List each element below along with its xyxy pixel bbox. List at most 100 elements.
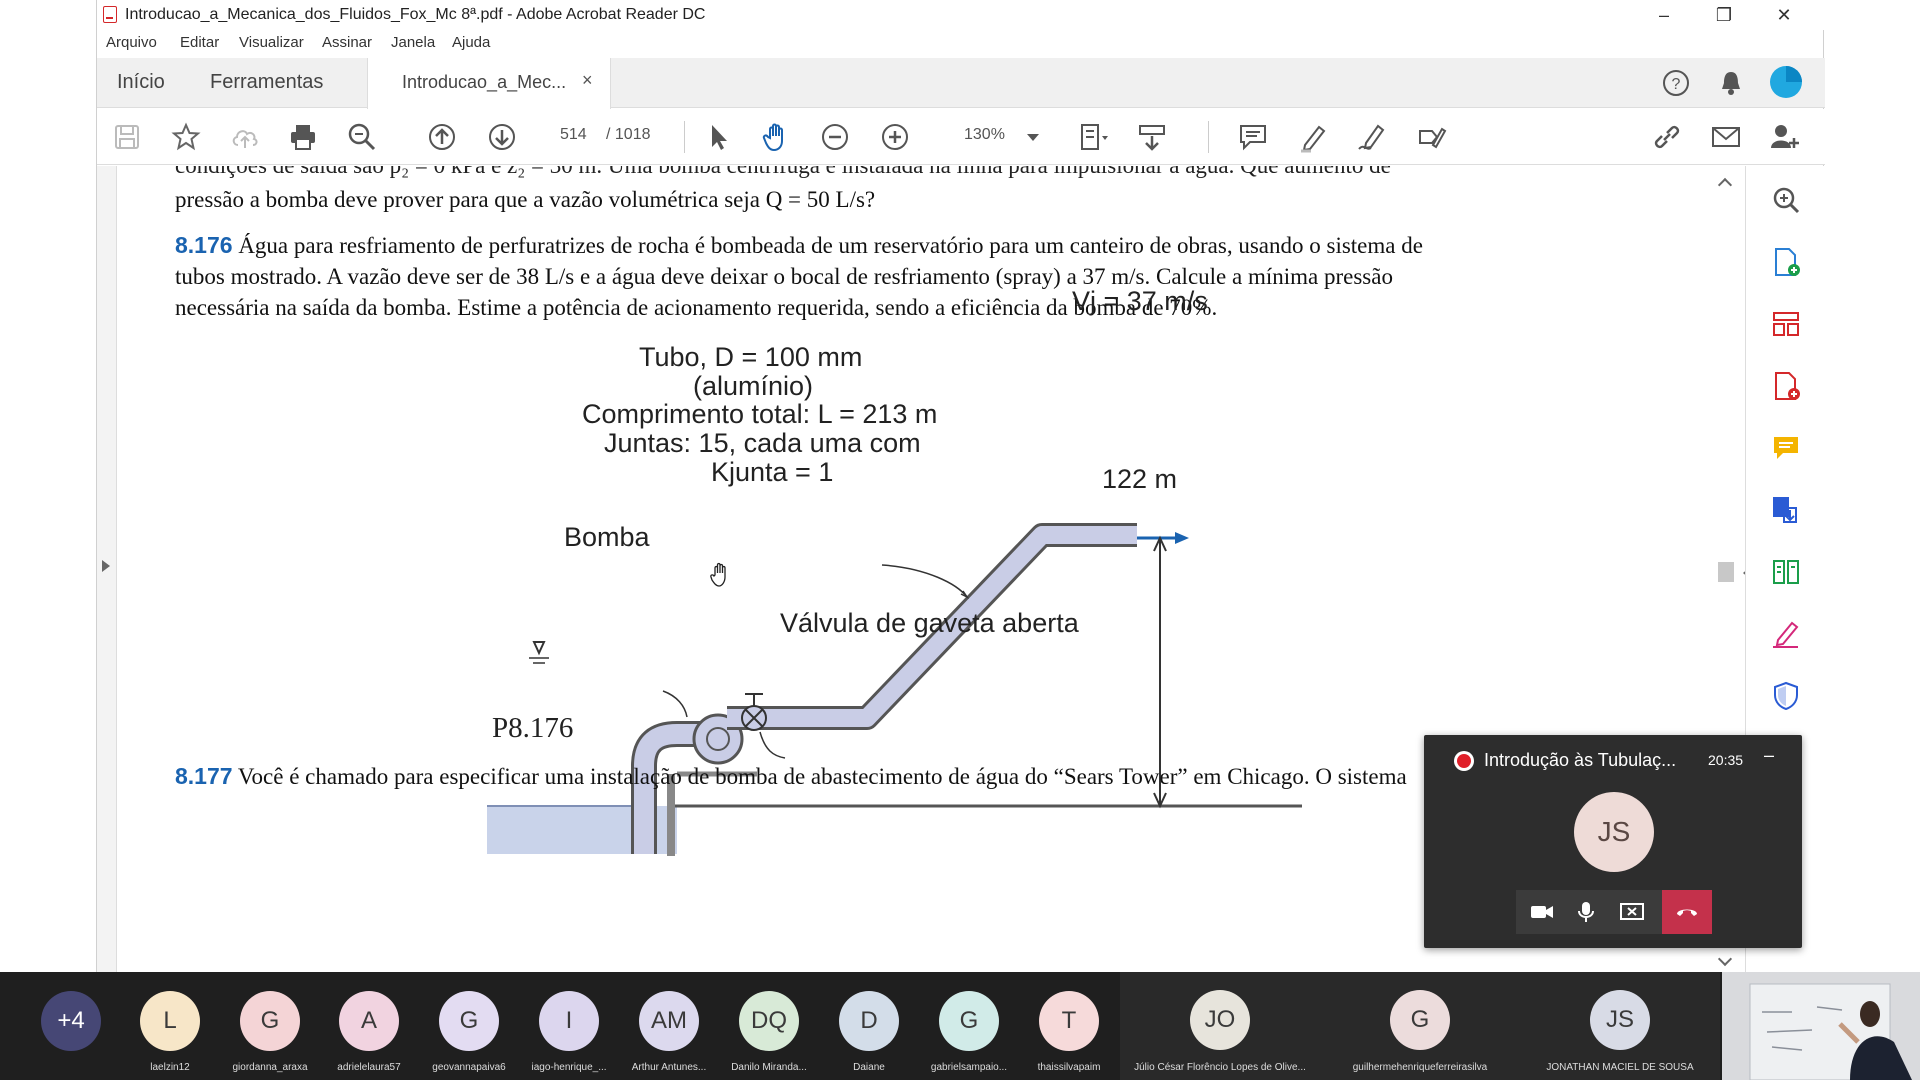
participant-tile[interactable]: D Daiane [819, 972, 919, 1080]
participant-name: thaissilvapaim [1037, 1062, 1101, 1073]
participant-avatar: DQ [739, 991, 799, 1051]
featured-participant-tile[interactable]: JO Júlio César Florêncio Lopes de Olive.… [1120, 972, 1320, 1080]
menu-editar[interactable]: Editar [180, 34, 219, 51]
highlight-pen-icon[interactable] [1297, 121, 1329, 153]
main-toolbar: 514 / 1018 130% [97, 109, 1825, 165]
menu-bar: Arquivo Editar Visualizar Assinar Janela… [97, 31, 1825, 57]
participant-overflow-count[interactable]: +4 [41, 991, 101, 1051]
close-tab-icon[interactable]: × [582, 70, 593, 91]
share-link-icon[interactable] [1651, 121, 1683, 153]
presenter-avatar: JS [1574, 792, 1654, 872]
menu-ajuda[interactable]: Ajuda [452, 34, 490, 51]
toolbar-separator [684, 121, 685, 153]
zoom-out-icon[interactable] [819, 121, 851, 153]
participant-overflow-tile[interactable]: +4 [21, 972, 121, 1080]
water-level-symbol [532, 641, 546, 656]
zoom-search-icon[interactable] [346, 121, 378, 153]
previous-page-icon[interactable] [426, 121, 458, 153]
tab-tools[interactable]: Ferramentas [210, 71, 323, 94]
toolbar-separator [1208, 121, 1209, 153]
featured-participant-tile[interactable]: G guilhermehenriqueferreirasilva [1320, 972, 1520, 1080]
participant-tile[interactable]: G gabrielsampaio... [919, 972, 1019, 1080]
participant-tile[interactable]: G geovannapaiva6 [419, 972, 519, 1080]
add-user-icon[interactable] [1769, 121, 1801, 153]
window-title: Introducao_a_Mecanica_dos_Fluidos_Fox_Mc… [125, 6, 706, 23]
hand-tool-icon[interactable] [760, 121, 792, 153]
pdf-file-icon [103, 6, 117, 23]
participant-avatar: T [1039, 991, 1099, 1051]
participant-name: iago-henrique_... [531, 1062, 607, 1073]
fit-page-icon[interactable] [1077, 121, 1109, 153]
zoom-in-icon[interactable] [879, 121, 911, 153]
protect-shield-icon[interactable] [1770, 680, 1802, 712]
export-pdf-icon[interactable] [1770, 246, 1802, 278]
email-icon[interactable] [1710, 121, 1742, 153]
tab-document[interactable]: Introducao_a_Mec... × [367, 58, 611, 109]
participant-tile[interactable]: AM Arthur Antunes... [619, 972, 719, 1080]
participant-tile[interactable]: T thaissilvapaim [1019, 972, 1119, 1080]
cloud-upload-icon[interactable] [229, 121, 261, 153]
camera-icon[interactable] [1530, 902, 1554, 922]
menu-assinar[interactable]: Assinar [322, 34, 372, 51]
svg-text:?: ? [1672, 76, 1681, 93]
tab-home[interactable]: Início [117, 71, 165, 94]
participant-name: Daiane [853, 1062, 885, 1073]
participant-tile[interactable]: A adrielelaura57 [319, 972, 419, 1080]
participant-tile[interactable]: DQ Danilo Miranda... [719, 972, 819, 1080]
zoom-level-select[interactable]: 130% [964, 126, 1005, 144]
chevron-down-icon[interactable] [1027, 134, 1039, 142]
problem-177-text: Você é chamado para especificar uma inst… [237, 764, 1407, 789]
bell-icon[interactable] [1717, 68, 1745, 98]
save-icon[interactable] [111, 121, 143, 153]
right-margin [1824, 0, 1920, 972]
comment-tool-icon[interactable] [1770, 432, 1802, 464]
menu-janela[interactable]: Janela [391, 34, 435, 51]
valvula-leader-line [759, 731, 786, 759]
joints-label: Juntas: 15, cada uma com [604, 428, 921, 458]
zoom-page-icon[interactable] [1770, 184, 1802, 216]
stop-sharing-icon[interactable] [1620, 902, 1644, 922]
create-pdf-icon[interactable] [1770, 370, 1802, 402]
hang-up-button[interactable] [1662, 890, 1712, 934]
participants-bar: +4 L laelzin12 G giordanna_araxa A adrie… [0, 972, 1920, 1080]
featured-participant-tile[interactable]: JS JONATHAN MACIEL DE SOUSA [1520, 972, 1720, 1080]
close-window-button[interactable]: ✕ [1761, 2, 1807, 28]
print-icon[interactable] [287, 121, 319, 153]
pipe-length-label: Comprimento total: L = 213 m [582, 399, 938, 429]
minimize-meeting-button[interactable]: – [1764, 745, 1774, 766]
minimize-button[interactable]: – [1641, 2, 1687, 28]
bookmark-star-icon[interactable] [170, 121, 202, 153]
read-mode-icon[interactable] [1136, 121, 1168, 153]
help-icon[interactable]: ? [1661, 68, 1691, 98]
fill-sign-icon[interactable] [1415, 121, 1447, 153]
menu-visualizar[interactable]: Visualizar [239, 34, 304, 51]
tab-bar: Início Ferramentas Introducao_a_Mec... ×… [97, 58, 1825, 109]
comment-icon[interactable] [1237, 121, 1269, 153]
scroll-thumb[interactable] [1718, 562, 1734, 582]
tab-document-label: Introducao_a_Mec... [402, 72, 567, 92]
scroll-down-icon[interactable] [1717, 951, 1733, 967]
participant-avatar: JO [1190, 990, 1250, 1050]
pump-label: Bomba [564, 522, 650, 552]
fill-and-sign-icon[interactable] [1770, 618, 1802, 650]
compare-files-icon[interactable] [1770, 556, 1802, 588]
participant-tile[interactable]: L laelzin12 [120, 972, 220, 1080]
screen: Introducao_a_Mecanica_dos_Fluidos_Fox_Mc… [0, 0, 1920, 1080]
pipe-material-label: (alumínio) [693, 371, 814, 401]
menu-arquivo[interactable]: Arquivo [106, 34, 157, 51]
microphone-icon[interactable] [1578, 901, 1594, 923]
meeting-mini-window[interactable]: Introdução às Tubulaç... 20:35 – JS [1424, 735, 1802, 948]
page-number-input[interactable]: 514 [560, 126, 587, 144]
participant-avatar: AM [639, 991, 699, 1051]
select-cursor-icon[interactable] [702, 121, 734, 153]
scroll-up-icon[interactable] [1717, 177, 1733, 193]
next-page-icon[interactable] [486, 121, 518, 153]
account-avatar-icon[interactable] [1768, 64, 1804, 100]
camera-video-tile[interactable] [1722, 972, 1920, 1080]
participant-tile[interactable]: G giordanna_araxa [220, 972, 320, 1080]
convert-pdf-icon[interactable] [1770, 494, 1802, 526]
draw-signature-icon[interactable] [1356, 121, 1388, 153]
organize-pages-icon[interactable] [1770, 308, 1802, 340]
restore-button[interactable]: ❐ [1701, 2, 1747, 28]
participant-tile[interactable]: I iago-henrique_... [519, 972, 619, 1080]
